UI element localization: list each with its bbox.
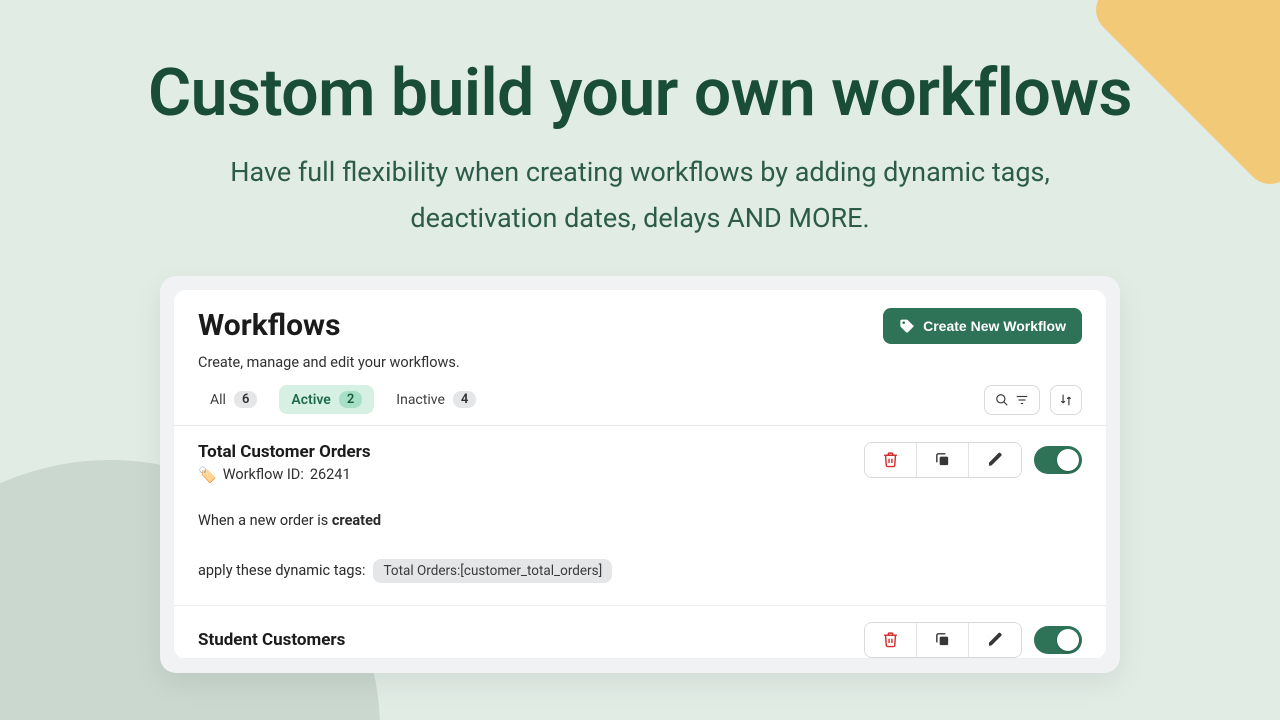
tools [984,385,1082,415]
tab-label: All [210,392,226,408]
filter-icon [1015,393,1029,407]
workflow-body: When a new order is created apply these … [198,512,1082,583]
create-workflow-label: Create New Workflow [923,318,1066,334]
dynamic-tag-chip: Total Orders:[customer_total_orders] [373,559,612,583]
workflow-id: 26241 [310,466,351,483]
workflow-head: Student Customers [198,622,1082,658]
tag-emoji-icon: 🏷️ [198,466,217,484]
tab-all[interactable]: All 6 [198,385,269,414]
delete-button[interactable] [865,623,917,657]
trigger-prefix: When a new order is [198,512,332,529]
sort-button[interactable] [1050,385,1082,415]
panel-header: Workflows Create New Workflow [174,290,1106,354]
hero-title: Custom build your own workflows [0,55,1280,132]
search-icon [995,393,1009,407]
copy-icon [934,631,951,648]
toggle-knob [1057,449,1079,471]
workflows-panel: Workflows Create New Workflow Create, ma… [174,290,1106,659]
workflow-actions [864,622,1082,658]
edit-button[interactable] [969,443,1021,477]
tabs-row: All 6 Active 2 Inactive 4 [174,385,1106,426]
workflow-action-group [864,442,1022,478]
hero-subtitle: Have full flexibility when creating work… [180,150,1100,242]
panel-title: Workflows [198,308,341,343]
sort-icon [1059,393,1073,407]
hero: Custom build your own workflows Have ful… [0,0,1280,242]
workflow-head: Total Customer Orders 🏷️ Workflow ID: 26… [198,442,1082,484]
workflows-panel-wrap: Workflows Create New Workflow Create, ma… [160,276,1120,673]
edit-button[interactable] [969,623,1021,657]
copy-icon [934,451,951,468]
tab-label: Active [291,392,330,408]
panel-subtitle: Create, manage and edit your workflows. [174,354,1106,385]
tab-active[interactable]: Active 2 [279,385,374,414]
tab-count: 4 [453,391,476,408]
trigger-event: created [332,512,381,529]
workflow-id-row: 🏷️ Workflow ID: 26241 [198,466,371,484]
workflow-trigger-line: When a new order is created [198,512,1082,529]
workflow-item: Student Customers [174,606,1106,659]
apply-prefix: apply these dynamic tags: [198,562,365,579]
workflow-title-block: Total Customer Orders 🏷️ Workflow ID: 26… [198,442,371,484]
tabs: All 6 Active 2 Inactive 4 [198,385,488,414]
create-workflow-button[interactable]: Create New Workflow [883,308,1082,344]
workflow-actions [864,442,1082,478]
trash-icon [882,451,899,468]
tab-count: 6 [234,391,257,408]
workflow-id-prefix: Workflow ID: [223,466,304,483]
workflow-title: Total Customer Orders [198,442,371,462]
duplicate-button[interactable] [917,443,969,477]
pencil-icon [987,631,1004,648]
tab-inactive[interactable]: Inactive 4 [384,385,488,414]
workflow-action-group [864,622,1022,658]
tab-label: Inactive [396,392,445,408]
workflow-item: Total Customer Orders 🏷️ Workflow ID: 26… [174,426,1106,606]
workflow-title: Student Customers [198,630,345,650]
trash-icon [882,631,899,648]
delete-button[interactable] [865,443,917,477]
workflow-apply-line: apply these dynamic tags: Total Orders:[… [198,559,1082,583]
toggle-knob [1057,629,1079,651]
duplicate-button[interactable] [917,623,969,657]
enable-toggle[interactable] [1034,626,1082,654]
tab-count: 2 [339,391,362,408]
pencil-icon [987,451,1004,468]
search-filter-button[interactable] [984,385,1040,415]
tag-icon [899,318,915,334]
enable-toggle[interactable] [1034,446,1082,474]
